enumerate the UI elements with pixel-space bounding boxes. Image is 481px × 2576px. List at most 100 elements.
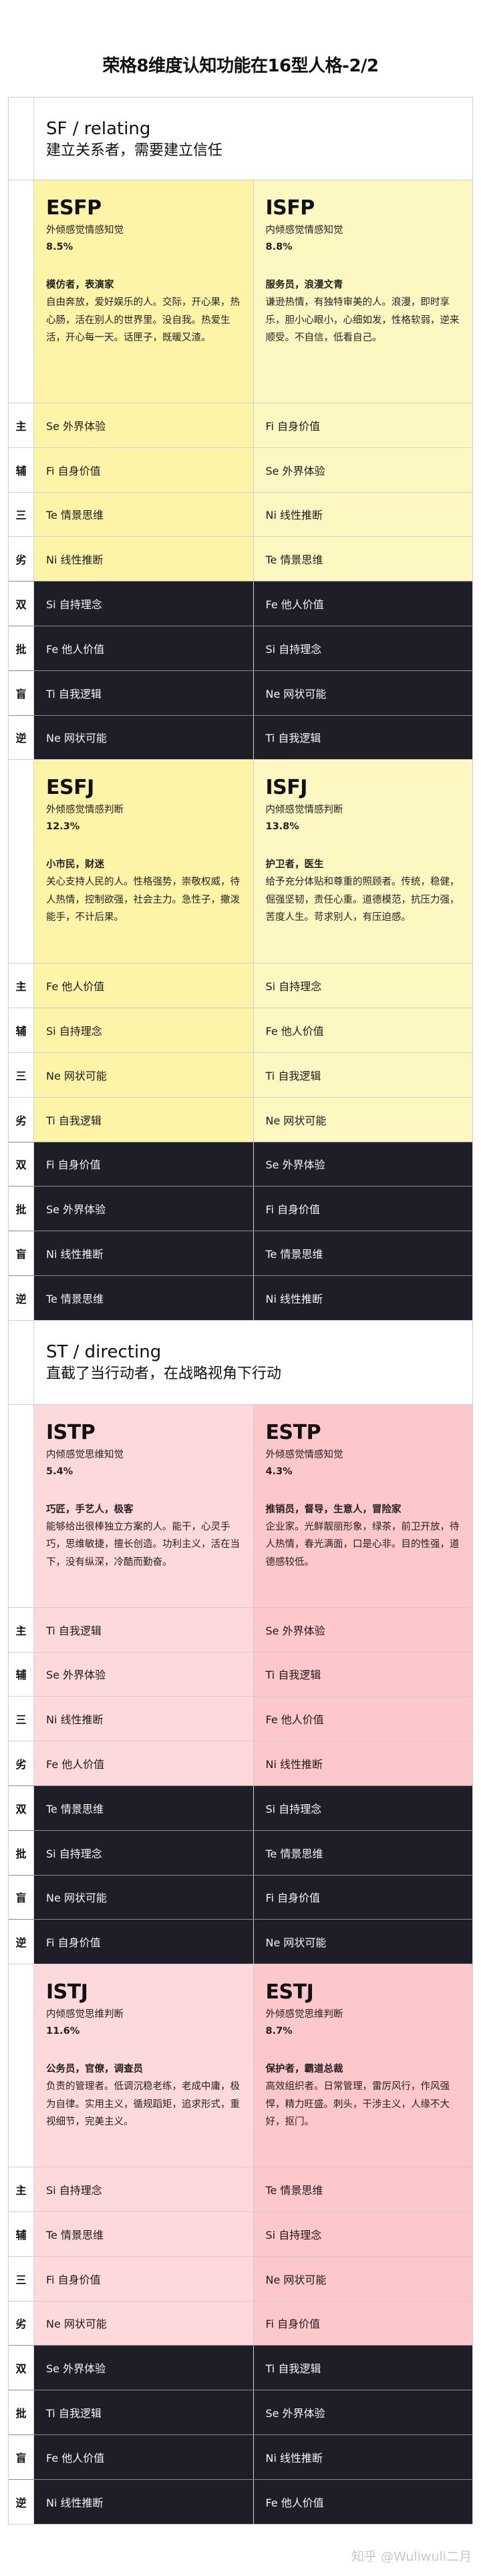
type-card-esfp: ESFP 外倾感觉情感知觉 8.5% 模仿者，表演家 自由奔放，爱好娱乐的人。交际，开心… [34, 180, 253, 403]
type-name: 内倾感觉情感判断 [265, 805, 343, 816]
type-percent: 8.5% [46, 242, 73, 252]
function-cell: Te 情景思维 [34, 1785, 253, 1830]
function-rank-label: 双 [9, 1142, 34, 1187]
type-card-istj: ISTJ 内倾感觉思维判断 11.6% 公务员，官僚，调查员 负责的管理者。低调沉稳老练… [34, 1964, 253, 2167]
function-row: 主 Si 自持理念 Te 情景思维 [9, 2167, 472, 2211]
type-card-row: ESFJ 外倾感觉情感判断 12.3% 小市民，财迷 关心支持人民的人。性格强势，崇敬权… [9, 759, 472, 963]
type-code: ISTP [46, 1420, 96, 1444]
function-rank-label: 双 [9, 1785, 34, 1830]
function-row: 三 Ne 网状可能 Ti 自我逻辑 [9, 1052, 472, 1097]
row-label-empty [9, 180, 34, 403]
function-cell: Ti 自我逻辑 [253, 715, 472, 760]
function-cell: Fe 他人价值 [253, 2479, 472, 2524]
function-row: 双 Se 外界体验 Ti 自我逻辑 [9, 2345, 472, 2390]
type-nickname: 护卫者，医生 [265, 859, 324, 871]
function-cell: Ne 网状可能 [253, 670, 472, 715]
row-label-empty [9, 760, 34, 963]
function-row: 逆 Te 情景思维 Ni 线性推断 [9, 1275, 472, 1320]
type-percent: 4.3% [265, 1466, 293, 1477]
row-label-empty [9, 1964, 34, 2167]
function-row: 三 Te 情景思维 Ni 线性推断 [9, 491, 472, 537]
type-nickname: 模仿者，表演家 [46, 280, 114, 290]
function-rank-label: 盲 [9, 2434, 34, 2479]
function-rank-label: 逆 [9, 1920, 34, 1964]
function-cell: Fe 他人价值 [253, 582, 472, 626]
type-card-estj: ESTJ 外倾感觉思维判断 8.7% 保护者，霸道总裁 高效组织者。日常管理，雷厉风行，… [253, 1964, 472, 2167]
group-header: SF / relating 建立关系者，需要建立信任 [9, 97, 472, 180]
group-header-content: SF / relating 建立关系者，需要建立信任 [34, 97, 472, 180]
function-rank-label: 主 [9, 963, 34, 1008]
function-row: 辅 Se 外界体验 Ti 自我逻辑 [9, 1651, 472, 1697]
function-rank-label: 三 [9, 492, 34, 537]
type-card-row: ESFP 外倾感觉情感知觉 8.5% 模仿者，表演家 自由奔放，爱好娱乐的人。交际，开心… [9, 180, 472, 403]
type-description: 关心支持人民的人。性格强势，崇敬权威，待人热情，控制欲强，社会主力。急性子，撒泼… [46, 877, 240, 923]
function-cell: Te 情景思维 [34, 1275, 253, 1320]
type-description: 负责的管理者。低调沉稳老练，老成中庸，极为自律。实用主义，循规蹈矩，追求形式，重… [46, 2081, 240, 2128]
group-header-content: ST / directing 直截了当行动者，在战略视角下行动 [34, 1320, 472, 1404]
function-rank-label: 主 [9, 1607, 34, 1652]
function-cell: Ne 网状可能 [34, 1052, 253, 1097]
function-row: 批 Si 自持理念 Te 情景思维 [9, 1830, 472, 1875]
type-card-row: ISTP 内倾感觉思维知觉 5.4% 巧匠，手艺人，极客 能够给出很棒独立方案的人。能干… [9, 1404, 472, 1607]
watermark: 知乎 @Wuliwuli二月 [351, 2549, 472, 2564]
function-cell: Si 自持理念 [253, 963, 472, 1008]
function-cell: Se 外界体验 [253, 1607, 472, 1652]
function-rank-label: 盲 [9, 1875, 34, 1920]
function-rank-label: 双 [9, 2346, 34, 2390]
function-cell: Ni 线性推断 [253, 492, 472, 537]
function-cell: Se 外界体验 [253, 1142, 472, 1187]
type-code: ISFJ [265, 776, 308, 800]
type-description: 自由奔放，爱好娱乐的人。交际，开心果，热心肠，活在别人的世界里。没自我。热爱生活… [46, 297, 240, 343]
function-cell: Fi 自身价值 [253, 2301, 472, 2346]
page-title: 荣格8维度认知功能在16型人格-2/2 [102, 56, 379, 76]
type-card-estp: ESTP 外倾感觉情感知觉 4.3% 推销员，督导，生意人，冒险家 企业家。光鲜靓丽形象… [253, 1404, 472, 1607]
function-rank-label: 逆 [9, 715, 34, 760]
type-code: ESFP [46, 196, 102, 220]
function-rank-label: 辅 [9, 447, 34, 492]
function-cell: Ni 线性推断 [253, 1275, 472, 1320]
function-rank-label: 劣 [9, 537, 34, 582]
type-percent: 8.8% [265, 242, 293, 252]
function-cell: Fi 自身价值 [253, 1187, 472, 1231]
function-row: 劣 Fe 他人价值 Ni 线性推断 [9, 1741, 472, 1785]
function-rank-label: 三 [9, 1697, 34, 1741]
function-cell: Te 情景思维 [34, 492, 253, 537]
function-rank-label: 辅 [9, 1652, 34, 1697]
function-rank-label: 劣 [9, 2301, 34, 2346]
type-code: ESTP [265, 1420, 321, 1444]
type-percent: 13.8% [265, 821, 299, 833]
type-description: 给予充分体贴和尊重的照顾者。传统，稳健，倔强坚韧，责任心重。道德模范，抗压力强，… [265, 877, 460, 923]
function-rank-label: 三 [9, 1052, 34, 1097]
function-cell: Ni 线性推断 [34, 537, 253, 582]
type-nickname: 小市民，财迷 [46, 859, 104, 871]
function-cell: Fi 自身价值 [34, 447, 253, 492]
type-percent: 11.6% [46, 2026, 80, 2037]
cognitive-function-table: SF / relating 建立关系者，需要建立信任 ESFP 外倾感觉情感知觉 8.5… [8, 97, 473, 2525]
function-row: 劣 Ni 线性推断 Te 情景思维 [9, 536, 472, 582]
type-name: 内倾感觉情感知觉 [265, 225, 343, 236]
function-cell: Te 情景思维 [253, 2167, 472, 2211]
type-code: ISTJ [46, 1980, 88, 2004]
type-percent: 5.4% [46, 1466, 73, 1477]
function-cell: Te 情景思维 [253, 1231, 472, 1275]
type-nickname: 推销员，督导，生意人，冒险家 [265, 1504, 402, 1515]
function-cell: Te 情景思维 [34, 2211, 253, 2256]
function-rank-label: 主 [9, 2167, 34, 2211]
type-code: ESFJ [46, 776, 94, 800]
function-rank-label: 盲 [9, 670, 34, 715]
function-cell: Ni 线性推断 [34, 2479, 253, 2524]
function-cell: Fi 自身价值 [34, 2256, 253, 2301]
function-cell: Te 情景思维 [253, 1830, 472, 1875]
group-title: SF / relating [46, 119, 151, 139]
group-title: ST / directing [46, 1341, 162, 1362]
type-name: 内倾感觉思维判断 [46, 2009, 124, 2020]
type-name: 外倾感觉情感知觉 [265, 1449, 343, 1460]
function-rank-label: 劣 [9, 1741, 34, 1785]
function-cell: Ti 自我逻辑 [253, 1052, 472, 1097]
type-percent: 12.3% [46, 821, 80, 833]
group-header: ST / directing 直截了当行动者，在战略视角下行动 [9, 1319, 472, 1404]
function-cell: Ti 自我逻辑 [34, 1097, 253, 1142]
function-cell: Ni 线性推断 [253, 2434, 472, 2479]
function-cell: Si 自持理念 [34, 2167, 253, 2211]
function-row: 盲 Fe 他人价值 Ni 线性推断 [9, 2434, 472, 2479]
